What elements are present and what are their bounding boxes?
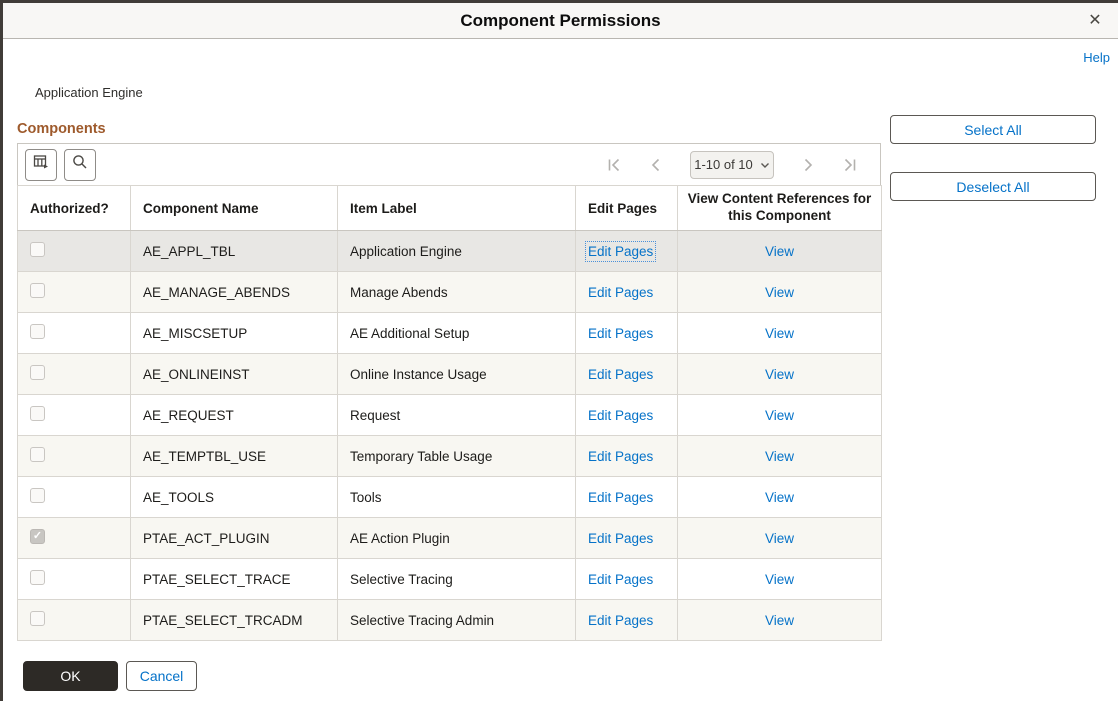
item-label-cell: Selective Tracing <box>338 559 576 600</box>
components-section-title: Components <box>17 121 106 137</box>
authorized-checkbox[interactable] <box>30 365 45 380</box>
grid-search-button[interactable] <box>64 149 96 181</box>
edit-pages-link[interactable]: Edit Pages <box>588 531 653 546</box>
edit-pages-link[interactable]: Edit Pages <box>588 408 653 423</box>
authorized-checkbox[interactable] <box>30 570 45 585</box>
components-table: Authorized? Component Name Item Label Ed… <box>17 185 882 641</box>
last-page-icon[interactable] <box>842 157 858 173</box>
component-name-cell: AE_MANAGE_ABENDS <box>131 272 338 313</box>
table-row: AE_APPL_TBL Application Engine Edit Page… <box>18 231 882 272</box>
view-link[interactable]: View <box>765 613 794 628</box>
edit-pages-link[interactable]: Edit Pages <box>588 490 653 505</box>
component-name-cell: AE_TEMPTBL_USE <box>131 436 338 477</box>
view-link[interactable]: View <box>765 285 794 300</box>
table-row: AE_ONLINEINST Online Instance Usage Edit… <box>18 354 882 395</box>
item-label-cell: Selective Tracing Admin <box>338 600 576 641</box>
help-link[interactable]: Help <box>1083 50 1110 65</box>
edit-pages-link[interactable]: Edit Pages <box>588 367 653 382</box>
table-row: AE_TOOLS Tools Edit Pages View <box>18 477 882 518</box>
item-label-cell: Temporary Table Usage <box>338 436 576 477</box>
authorized-checkbox[interactable] <box>30 488 45 503</box>
dialog-header: Component Permissions ✕ <box>3 3 1118 39</box>
component-name-cell: PTAE_SELECT_TRACE <box>131 559 338 600</box>
table-row: AE_REQUEST Request Edit Pages View <box>18 395 882 436</box>
close-icon[interactable]: ✕ <box>1084 10 1106 32</box>
ok-button[interactable]: OK <box>23 661 118 691</box>
column-header-component-name: Component Name <box>131 186 338 231</box>
edit-pages-link[interactable]: Edit Pages <box>588 326 653 341</box>
cancel-button[interactable]: Cancel <box>126 661 197 691</box>
table-row: PTAE_SELECT_TRACE Selective Tracing Edit… <box>18 559 882 600</box>
component-name-cell: AE_ONLINEINST <box>131 354 338 395</box>
item-label-cell: AE Additional Setup <box>338 313 576 354</box>
table-row: AE_MISCSETUP AE Additional Setup Edit Pa… <box>18 313 882 354</box>
authorized-checkbox[interactable] <box>30 611 45 626</box>
authorized-checkbox[interactable] <box>30 283 45 298</box>
previous-page-icon[interactable] <box>648 157 664 173</box>
authorized-checkbox[interactable] <box>30 406 45 421</box>
edit-pages-link[interactable]: Edit Pages <box>588 613 653 628</box>
grid-pagination: 1-10 of 10 <box>606 151 880 179</box>
component-permissions-dialog: Component Permissions ✕ Help Application… <box>0 0 1118 701</box>
item-label-cell: AE Action Plugin <box>338 518 576 559</box>
search-icon <box>71 153 89 176</box>
authorized-checkbox[interactable] <box>30 529 45 544</box>
column-header-authorized: Authorized? <box>18 186 131 231</box>
authorized-checkbox[interactable] <box>30 324 45 339</box>
component-name-cell: AE_MISCSETUP <box>131 313 338 354</box>
grid-toolbar: 1-10 of 10 <box>17 143 881 186</box>
table-row: AE_TEMPTBL_USE Temporary Table Usage Edi… <box>18 436 882 477</box>
table-row: AE_MANAGE_ABENDS Manage Abends Edit Page… <box>18 272 882 313</box>
view-link[interactable]: View <box>765 531 794 546</box>
authorized-checkbox[interactable] <box>30 447 45 462</box>
view-link[interactable]: View <box>765 244 794 259</box>
context-label: Application Engine <box>35 85 143 100</box>
view-link[interactable]: View <box>765 367 794 382</box>
view-link[interactable]: View <box>765 490 794 505</box>
column-header-view-content: View Content References for this Compone… <box>678 186 882 231</box>
component-name-cell: PTAE_ACT_PLUGIN <box>131 518 338 559</box>
component-name-cell: AE_APPL_TBL <box>131 231 338 272</box>
page-range-select[interactable]: 1-10 of 10 <box>690 151 774 179</box>
chevron-down-icon <box>760 157 770 172</box>
grid-action-menu-button[interactable] <box>25 149 57 181</box>
item-label-cell: Online Instance Usage <box>338 354 576 395</box>
select-all-button[interactable]: Select All <box>890 115 1096 144</box>
table-row: PTAE_SELECT_TRCADM Selective Tracing Adm… <box>18 600 882 641</box>
item-label-cell: Tools <box>338 477 576 518</box>
edit-pages-link[interactable]: Edit Pages <box>588 244 653 259</box>
edit-pages-link[interactable]: Edit Pages <box>588 285 653 300</box>
column-header-item-label: Item Label <box>338 186 576 231</box>
authorized-checkbox[interactable] <box>30 242 45 257</box>
table-row: PTAE_ACT_PLUGIN AE Action Plugin Edit Pa… <box>18 518 882 559</box>
component-name-cell: AE_TOOLS <box>131 477 338 518</box>
column-header-edit-pages: Edit Pages <box>576 186 678 231</box>
table-header-row: Authorized? Component Name Item Label Ed… <box>18 186 882 231</box>
view-link[interactable]: View <box>765 408 794 423</box>
view-link[interactable]: View <box>765 449 794 464</box>
edit-pages-link[interactable]: Edit Pages <box>588 572 653 587</box>
item-label-cell: Request <box>338 395 576 436</box>
item-label-cell: Manage Abends <box>338 272 576 313</box>
edit-pages-link[interactable]: Edit Pages <box>588 449 653 464</box>
component-name-cell: PTAE_SELECT_TRCADM <box>131 600 338 641</box>
components-table-body: AE_APPL_TBL Application Engine Edit Page… <box>18 231 882 641</box>
component-name-cell: AE_REQUEST <box>131 395 338 436</box>
grid-personalize-icon <box>32 153 50 176</box>
page-range-label: 1-10 of 10 <box>694 157 753 172</box>
first-page-icon[interactable] <box>606 157 622 173</box>
dialog-title: Component Permissions <box>3 3 1118 39</box>
view-link[interactable]: View <box>765 572 794 587</box>
next-page-icon[interactable] <box>800 157 816 173</box>
view-link[interactable]: View <box>765 326 794 341</box>
deselect-all-button[interactable]: Deselect All <box>890 172 1096 201</box>
item-label-cell: Application Engine <box>338 231 576 272</box>
